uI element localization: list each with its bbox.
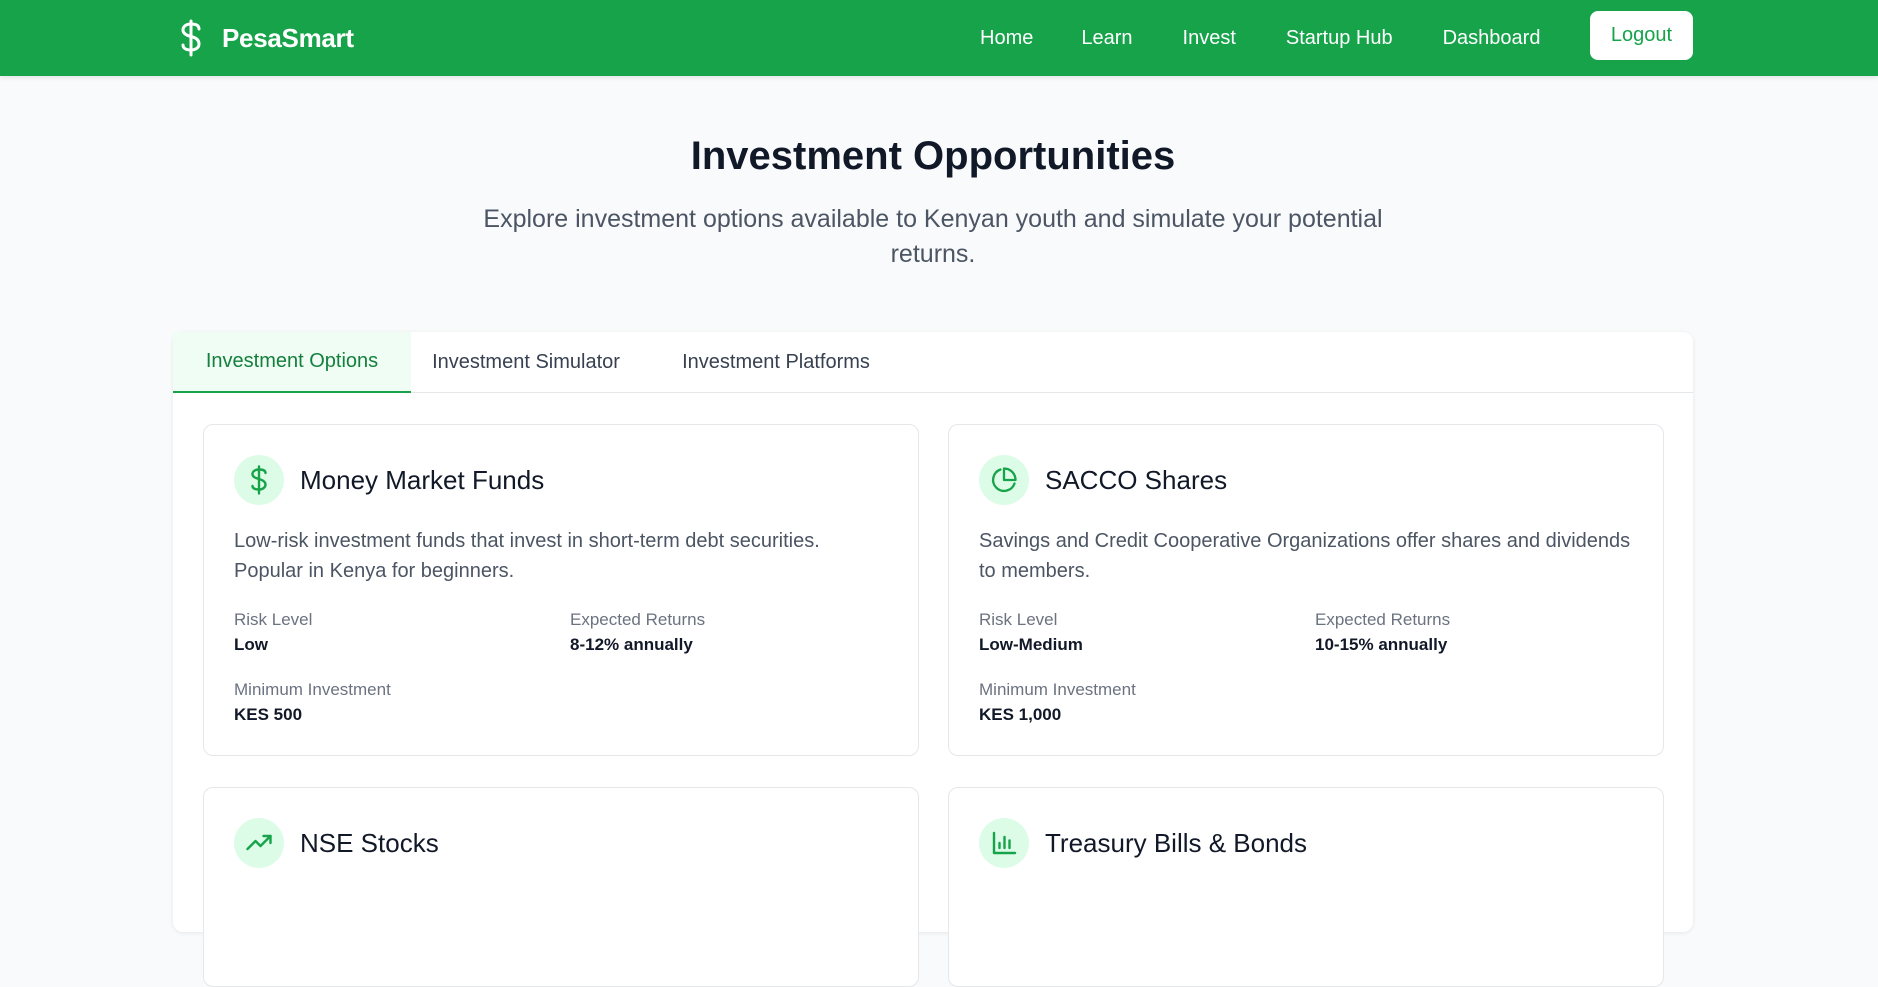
risk-level: Risk Level Low [234, 609, 312, 657]
card-description: Low-risk investment funds that invest in… [234, 530, 820, 582]
minimum-investment-value: KES 500 [234, 705, 303, 724]
bar-chart-icon [979, 818, 1029, 868]
tab-investment-options[interactable]: Investment Options [173, 332, 411, 393]
nav-link-dashboard[interactable]: Dashboard [1443, 27, 1541, 50]
expected-returns-value: 8-12% annually [570, 635, 693, 654]
minimum-investment-value: KES 1,000 [979, 705, 1062, 724]
tab-investment-platforms[interactable]: Investment Platforms [641, 332, 911, 393]
brand-name: PesaSmart [222, 22, 354, 53]
risk-level-value: Low [234, 635, 268, 654]
logout-button[interactable]: Logout [1590, 11, 1693, 60]
risk-level: Risk Level Low-Medium [979, 609, 1083, 657]
page-title: Investment Opportunities [690, 134, 1176, 178]
nav-links: Home Learn Invest Startup Hub Dashboard [980, 0, 1590, 76]
page-subtitle: Explore investment options available to … [483, 205, 1383, 268]
minimum-investment: Minimum Investment KES 1,000 [979, 679, 1136, 727]
card-description: Savings and Credit Cooperative Organizat… [979, 530, 1631, 582]
expected-returns-value: 10-15% annually [1315, 635, 1448, 654]
dollar-icon [234, 455, 284, 505]
expected-returns-label: Expected Returns [570, 610, 706, 629]
risk-level-value: Low-Medium [979, 635, 1083, 654]
minimum-investment-label: Minimum Investment [979, 680, 1136, 699]
trending-up-icon [234, 818, 284, 868]
card-title: NSE Stocks [300, 827, 439, 858]
expected-returns-label: Expected Returns [1315, 610, 1451, 629]
option-card-treasury[interactable]: Treasury Bills & Bonds [948, 787, 1664, 987]
tab-investment-simulator[interactable]: Investment Simulator [411, 332, 641, 393]
expected-returns: Expected Returns 10-15% annually [1315, 609, 1450, 657]
nav-link-invest[interactable]: Invest [1183, 27, 1236, 50]
card-header: SACCO Shares [979, 455, 1227, 505]
minimum-investment-label: Minimum Investment [234, 680, 391, 699]
tab-bar: Investment Options Investment Simulator … [173, 332, 1693, 393]
nav-link-learn[interactable]: Learn [1081, 27, 1132, 50]
card-title: Treasury Bills & Bonds [1045, 827, 1308, 858]
risk-level-label: Risk Level [979, 610, 1058, 629]
card-title: Money Market Funds [300, 464, 545, 495]
expected-returns: Expected Returns 8-12% annually [570, 609, 705, 657]
card-title: SACCO Shares [1045, 464, 1228, 495]
pie-chart-icon [979, 455, 1029, 505]
dollar-icon [176, 18, 206, 58]
option-card-sacco-shares[interactable]: SACCO Shares Savings and Credit Cooperat… [948, 424, 1664, 756]
option-card-nse-stocks[interactable]: NSE Stocks [203, 787, 919, 987]
minimum-investment: Minimum Investment KES 500 [234, 679, 391, 727]
top-navbar: PesaSmart Home Learn Invest Startup Hub … [0, 0, 1878, 76]
card-header: Money Market Funds [234, 455, 544, 505]
investment-panel: Investment Options Investment Simulator … [173, 332, 1693, 987]
risk-level-label: Risk Level [234, 610, 313, 629]
card-header: NSE Stocks [234, 818, 439, 868]
nav-link-startup-hub[interactable]: Startup Hub [1286, 27, 1393, 50]
nav-link-home[interactable]: Home [980, 27, 1033, 50]
card-header: Treasury Bills & Bonds [979, 818, 1307, 868]
option-card-money-market[interactable]: Money Market Funds Low-risk investment f… [203, 424, 919, 756]
brand[interactable]: PesaSmart [176, 16, 354, 60]
